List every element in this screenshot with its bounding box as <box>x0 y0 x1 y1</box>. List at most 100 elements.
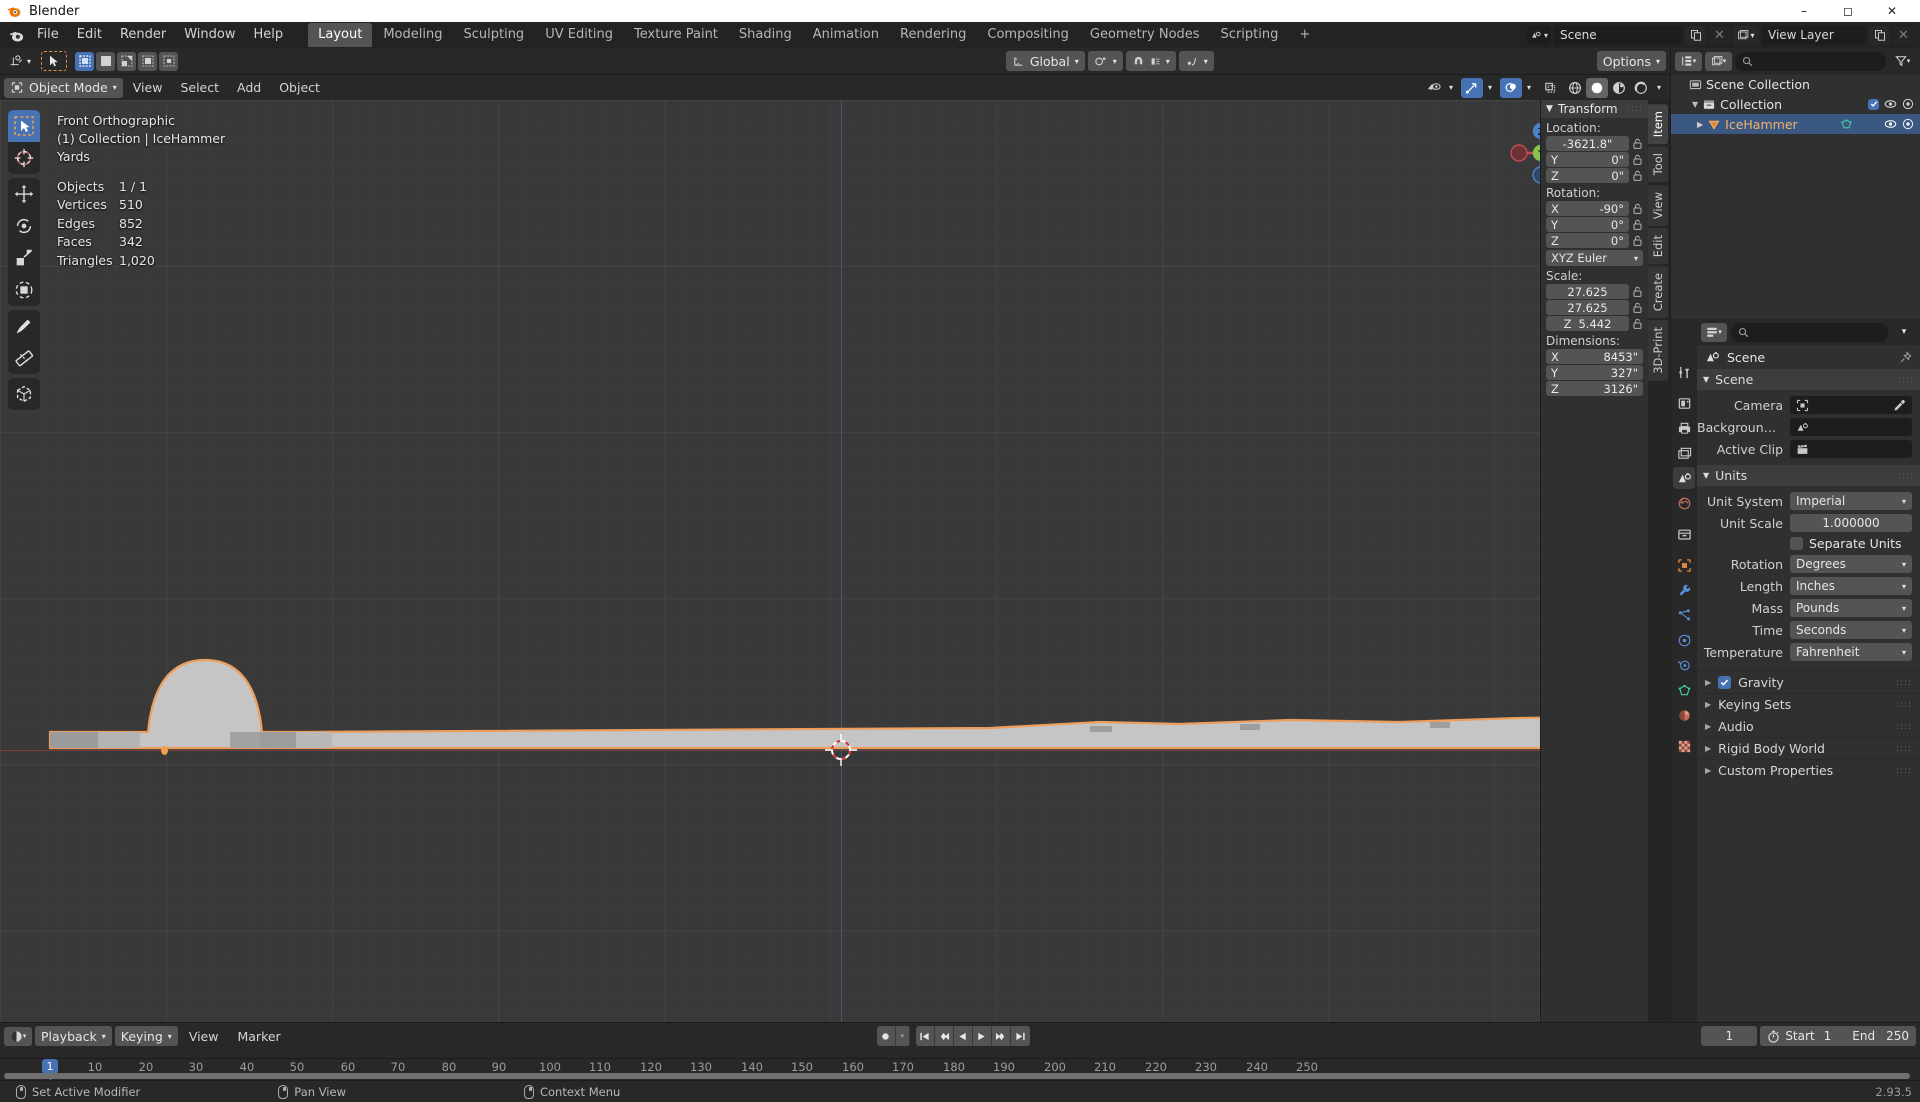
properties-tab-world-icon[interactable] <box>1673 492 1695 514</box>
properties-tab-render-icon[interactable] <box>1673 392 1695 414</box>
properties-tab-tool-icon[interactable] <box>1673 361 1695 383</box>
annotate-tool-icon[interactable] <box>8 310 40 342</box>
eye-icon[interactable] <box>1884 119 1897 129</box>
disclosure-triangle-icon[interactable]: ▶ <box>1705 722 1711 731</box>
pivot-point-dropdown[interactable]: ▾ <box>1087 51 1123 71</box>
dimensions-x-field[interactable]: X 8453" <box>1546 349 1643 364</box>
properties-tab-material-icon[interactable] <box>1673 704 1695 726</box>
prev-keyframe-icon[interactable] <box>934 1026 954 1046</box>
workspace-tab-modeling[interactable]: Modeling <box>373 23 452 47</box>
workspace-tab-uv-editing[interactable]: UV Editing <box>535 23 623 47</box>
properties-editor-type-icon[interactable]: ▾ <box>1701 322 1727 342</box>
disclosure-triangle-icon[interactable]: ▶ <box>1705 700 1711 709</box>
properties-tab-view-layer-icon[interactable] <box>1673 442 1695 464</box>
panel-header-custom-properties[interactable]: ▶ Custom Properties :::: <box>1697 759 1920 781</box>
mass-units-dropdown[interactable]: Pounds ▾ <box>1790 599 1912 617</box>
workspace-tab-add[interactable]: + <box>1289 23 1320 47</box>
dimensions-y-field[interactable]: Y 327" <box>1546 365 1643 380</box>
eye-icon[interactable] <box>1884 99 1897 109</box>
lock-icon[interactable] <box>1632 318 1643 330</box>
properties-tab-constraints-icon[interactable] <box>1673 654 1695 676</box>
workspace-tab-texture-paint[interactable]: Texture Paint <box>624 23 728 47</box>
record-icon[interactable] <box>876 1026 896 1046</box>
panel-drag-dots-icon[interactable]: :::: <box>1896 700 1912 710</box>
gizmo-chevron-down-icon[interactable]: ▾ <box>1483 78 1497 98</box>
camera-icon[interactable] <box>1902 118 1914 130</box>
disclosure-triangle-icon[interactable]: ▼ <box>1692 100 1698 109</box>
scale-x-field[interactable]: 27.625 <box>1546 284 1629 299</box>
panel-drag-dots-icon[interactable]: :::: <box>1627 104 1643 114</box>
outliner-row-scene-collection[interactable]: Scene Collection <box>1671 74 1920 94</box>
checkbox-icon[interactable] <box>1868 98 1879 110</box>
end-frame-value[interactable]: 250 <box>1886 1029 1909 1043</box>
cursor-tool-icon[interactable] <box>8 142 40 174</box>
object-visibility-icon[interactable] <box>1422 78 1444 98</box>
outliner-search-input[interactable] <box>1735 51 1886 71</box>
lock-icon[interactable] <box>1632 302 1643 314</box>
properties-tab-data-icon[interactable] <box>1673 679 1695 701</box>
menu-help[interactable]: Help <box>245 24 293 46</box>
select-intersect-icon[interactable] <box>159 51 179 71</box>
xray-icon[interactable] <box>1539 78 1561 98</box>
workspace-tab-shading[interactable]: Shading <box>729 23 802 47</box>
panel-drag-dots-icon[interactable]: :::: <box>1896 766 1912 776</box>
maximize-icon[interactable]: ◻ <box>1826 0 1870 22</box>
panel-drag-dots-icon[interactable]: :::: <box>1896 678 1912 688</box>
time-units-dropdown[interactable]: Seconds ▾ <box>1790 621 1912 639</box>
select-invert-icon[interactable] <box>138 51 158 71</box>
sidebar-tab-tool[interactable]: Tool <box>1648 146 1668 183</box>
timeline-menu-marker[interactable]: Marker <box>229 1028 288 1045</box>
add-cube-tool-icon[interactable] <box>8 378 40 410</box>
timeline-menu-view[interactable]: View <box>181 1028 227 1045</box>
playhead[interactable]: 1 <box>42 1059 58 1074</box>
jump-start-icon[interactable] <box>915 1026 935 1046</box>
view-layer-name-field[interactable]: View Layer <box>1762 25 1866 45</box>
location-y-field[interactable]: Y 0" <box>1546 152 1629 167</box>
menu-render[interactable]: Render <box>111 24 175 46</box>
minimize-icon[interactable]: – <box>1782 0 1826 22</box>
mesh-data-icon[interactable] <box>1840 118 1853 130</box>
panel-header-audio[interactable]: ▶ Audio :::: <box>1697 715 1920 737</box>
location-z-field[interactable]: Z 0" <box>1546 168 1629 183</box>
unit-system-dropdown[interactable]: Imperial ▾ <box>1790 492 1912 510</box>
blender-menu-logo-icon[interactable] <box>4 27 28 44</box>
workspace-tab-rendering[interactable]: Rendering <box>890 23 976 47</box>
menu-edit[interactable]: Edit <box>68 24 111 46</box>
viewport-menu-object[interactable]: Object <box>271 79 328 96</box>
viewport-options-dropdown[interactable]: Options ▾ <box>1596 51 1666 71</box>
select-extend-icon[interactable] <box>96 51 116 71</box>
menu-file[interactable]: File <box>28 24 68 46</box>
panel-header-keying-sets[interactable]: ▶ Keying Sets :::: <box>1697 693 1920 715</box>
overlays-icon[interactable] <box>1500 77 1522 98</box>
material-preview-icon[interactable] <box>1608 78 1630 98</box>
workspace-tab-geometry-nodes[interactable]: Geometry Nodes <box>1080 23 1210 47</box>
properties-tab-object-icon[interactable] <box>1673 554 1695 576</box>
jump-end-icon[interactable] <box>1010 1026 1030 1046</box>
transform-orientation-dropdown[interactable]: Global ▾ <box>1005 51 1085 71</box>
filter-icon[interactable]: ▾ <box>1889 51 1916 71</box>
lock-icon[interactable] <box>1632 138 1643 150</box>
properties-search-input[interactable] <box>1731 322 1888 342</box>
unlink-scene-icon[interactable]: ✕ <box>1709 25 1730 45</box>
properties-tab-modifier-icon[interactable] <box>1673 579 1695 601</box>
select-subtract-icon[interactable] <box>117 51 137 71</box>
new-view-layer-icon[interactable] <box>1869 25 1890 45</box>
panel-collapse-arrow-icon[interactable]: ▼ <box>1546 104 1553 114</box>
properties-tab-scene-icon[interactable] <box>1673 467 1695 489</box>
lock-icon[interactable] <box>1632 154 1643 166</box>
start-frame-value[interactable]: 1 <box>1824 1029 1832 1043</box>
dimensions-z-field[interactable]: Z 3126" <box>1546 381 1643 396</box>
timeline-ruler[interactable]: 1 10 20 30 40 50 60 70 80 90 100 110 120… <box>0 1058 1920 1080</box>
lock-icon[interactable] <box>1632 170 1643 182</box>
lock-icon[interactable] <box>1632 235 1643 247</box>
transform-pivot-dropdown[interactable]: ▾ <box>4 51 36 71</box>
shading-chevron-down-icon[interactable]: ▾ <box>1652 78 1666 98</box>
overlay-chevron-down-icon[interactable]: ▾ <box>1522 78 1536 98</box>
transform-panel-header[interactable]: ▼ Transform :::: <box>1541 100 1648 118</box>
rotate-tool-icon[interactable] <box>8 210 40 242</box>
lock-icon[interactable] <box>1632 203 1643 215</box>
viewport-3d[interactable]: Front Orthographic (1) Collection | IceH… <box>0 100 1670 1022</box>
visibility-chevron-down-icon[interactable]: ▾ <box>1444 78 1458 98</box>
snap-magnet-icon[interactable]: ▾ <box>1125 51 1176 71</box>
solid-icon[interactable] <box>1586 77 1608 98</box>
